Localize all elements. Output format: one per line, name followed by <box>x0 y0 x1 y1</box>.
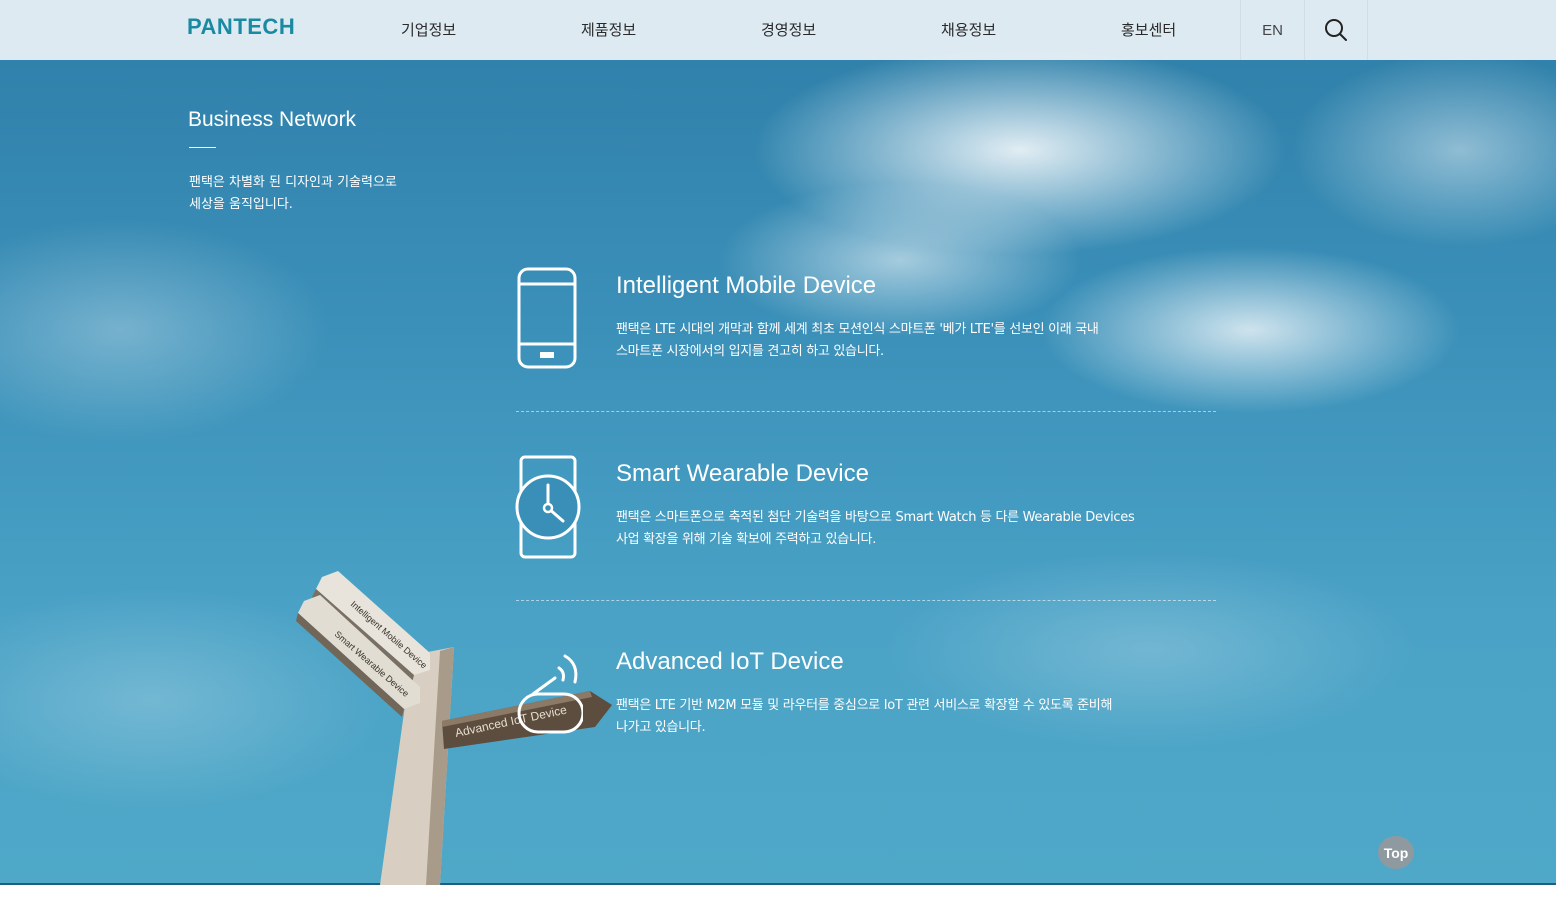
site-header: PANTECH 기업정보 제품정보 경영정보 채용정보 홍보센터 EN <box>0 0 1556 60</box>
nav-pr-center[interactable]: 홍보센터 <box>1121 19 1176 40</box>
nav-management-info[interactable]: 경영정보 <box>761 19 816 40</box>
hero-background <box>0 0 1556 883</box>
smartwatch-icon <box>515 455 581 559</box>
business-desc-iot: 팬택은 LTE 기반 M2M 모듈 및 라우터를 중심으로 IoT 관련 서비스… <box>616 698 1113 735</box>
footer-divider <box>0 883 1556 885</box>
business-desc-wearable: 팬택은 스마트폰으로 축적된 첨단 기술력을 바탕으로 Smart Watch … <box>616 510 1135 547</box>
nav-company-info[interactable]: 기업정보 <box>401 19 456 40</box>
title-underline <box>189 147 216 148</box>
language-toggle[interactable]: EN <box>1241 0 1304 60</box>
pantech-logo[interactable]: PANTECH <box>187 14 295 44</box>
search-icon <box>1325 19 1347 41</box>
section-divider <box>516 600 1216 601</box>
scroll-top-button[interactable]: Top <box>1378 836 1414 869</box>
section-title: Business Network <box>188 108 357 131</box>
business-title-mobile[interactable]: Intelligent Mobile Device <box>616 272 876 300</box>
nav-recruit-info[interactable]: 채용정보 <box>941 19 996 40</box>
header-divider <box>1367 0 1368 60</box>
section-divider <box>516 411 1216 412</box>
nav-product-info[interactable]: 제품정보 <box>581 19 636 40</box>
search-button[interactable] <box>1305 0 1367 60</box>
business-desc-mobile: 팬택은 LTE 시대의 개막과 함께 세계 최초 모션인식 스마트폰 '베가 L… <box>616 322 1099 359</box>
iot-device-icon <box>517 654 583 734</box>
business-title-wearable[interactable]: Smart Wearable Device <box>616 460 869 488</box>
business-title-iot[interactable]: Advanced IoT Device <box>616 648 844 676</box>
section-intro-text: 팬택은 차별화 된 디자인과 기술력으로 세상을 움직입니다. <box>189 175 397 212</box>
smartphone-icon <box>517 267 577 369</box>
